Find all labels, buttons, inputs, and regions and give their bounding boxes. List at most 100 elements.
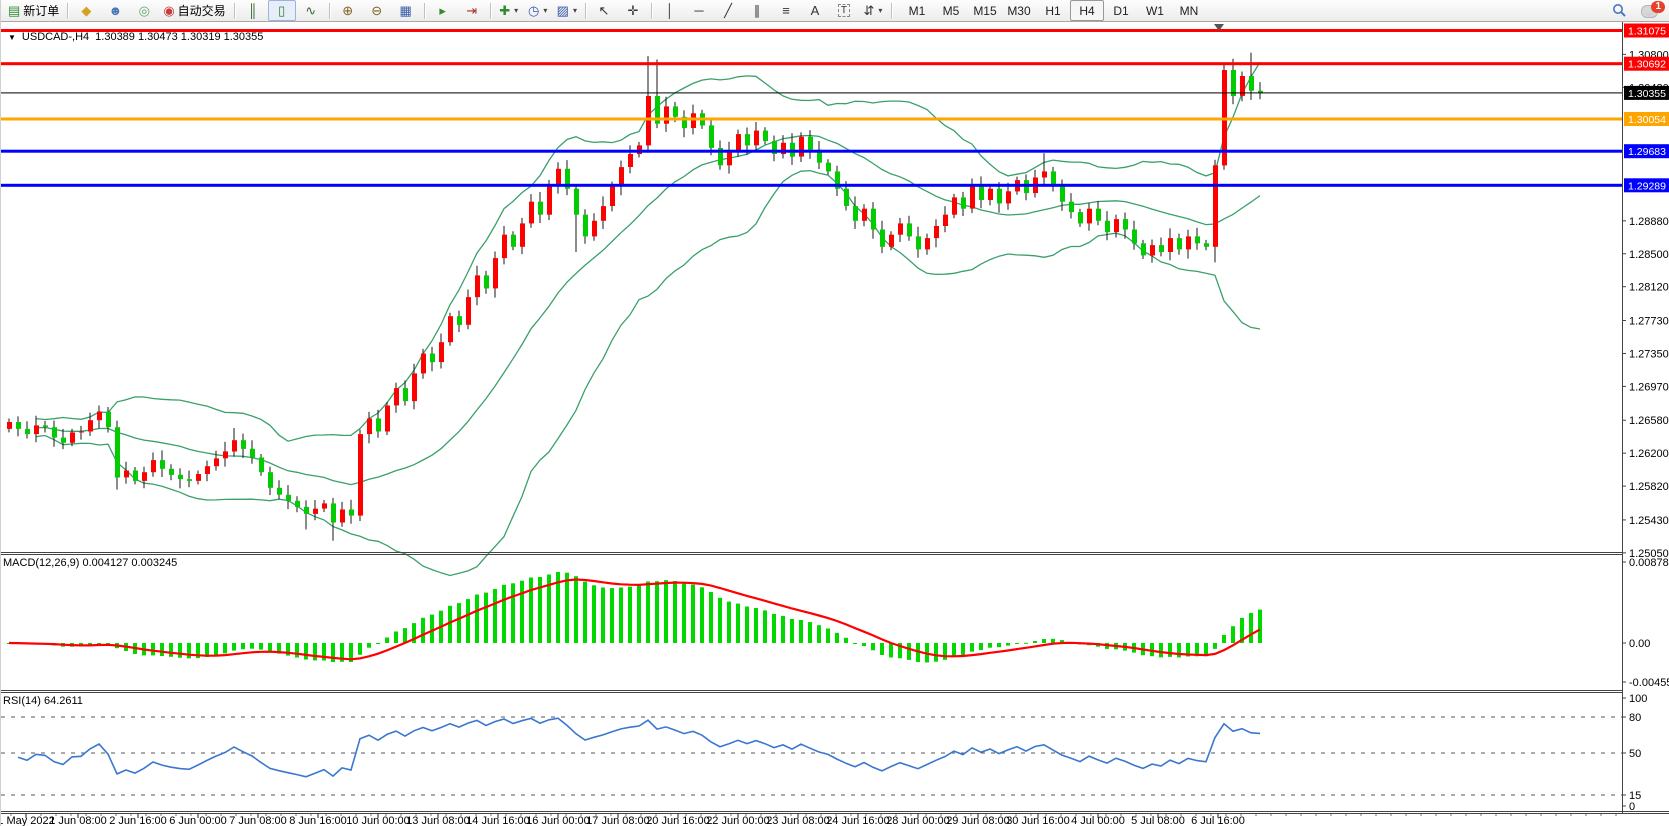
cursor-button[interactable]: ↖ <box>590 0 618 21</box>
rsi-scale-label: 0 <box>1629 801 1635 813</box>
price-tick-label: 1.26970 <box>1629 381 1669 393</box>
price-badge: 1.30054 <box>1624 112 1669 126</box>
macd-scale-label: -0.00455 <box>1629 677 1669 689</box>
arrows-button[interactable]: ⇵ <box>859 0 887 21</box>
toolbar-separator <box>651 3 652 19</box>
toolbar-separator <box>490 3 491 19</box>
time-label: 1 Jun 08:00 <box>49 815 107 826</box>
pivot-line[interactable] <box>1 118 1622 121</box>
timeframe-toolbar: M1M5M15M30H1H4D1W1MN <box>900 0 1206 21</box>
zoom-in-icon: ⊕ <box>342 4 353 17</box>
time-label: 5 Jul 08:00 <box>1131 815 1185 826</box>
autotrading-button-label: 自动交易 <box>178 2 226 19</box>
bar-chart-icon: ║ <box>248 4 257 17</box>
crosshair-button[interactable]: ✛ <box>619 0 647 21</box>
timeframe-m15-button[interactable]: M15 <box>968 0 1002 21</box>
resistance-line-2[interactable] <box>1 62 1622 65</box>
contacts-icon-icon: ☻ <box>108 4 122 17</box>
search-icon[interactable] <box>1605 0 1633 21</box>
timeframe-m5-button[interactable]: M5 <box>934 0 968 21</box>
timeframe-h1-button[interactable]: H1 <box>1036 0 1070 21</box>
rsi-scale-label: 100 <box>1629 693 1647 705</box>
trendline-icon: ╱ <box>724 4 732 17</box>
text-icon: A <box>811 4 820 17</box>
toolbar-right: 1 <box>1605 0 1663 21</box>
time-label: 13 Jun 08:00 <box>406 815 470 826</box>
tile-windows-button[interactable]: ▦ <box>392 0 420 21</box>
metaeditor-icon-icon: ◆ <box>81 4 91 17</box>
zoom-out-icon: ⊖ <box>371 4 382 17</box>
time-label: 16 Jun 00:00 <box>526 815 590 826</box>
standard-toolbar: ▤新订单 ◆ ☻ ◎◉自动交易 ║ ▯∿ ⊕ ⊖ ▦ ▸ ⇥ ✚ ◷ ▨ ↖ ✛ │─ ╱ ∥ ≡ A T ⇵ <box>4 0 887 21</box>
time-label: 30 Jun 16:00 <box>1006 815 1070 826</box>
svg-text:1.30054: 1.30054 <box>1628 114 1666 126</box>
price-tick-label: 1.25820 <box>1629 481 1669 493</box>
time-label: 24 Jun 16:00 <box>826 815 890 826</box>
indicators-button[interactable]: ✚ <box>495 0 523 21</box>
text-label-button[interactable]: T <box>830 0 858 21</box>
fibonacci-button[interactable]: ≡ <box>772 0 800 21</box>
svg-text:1.30355: 1.30355 <box>1628 88 1666 100</box>
timeframe-h4-button[interactable]: H4 <box>1070 0 1104 21</box>
equidistant-channel-button[interactable]: ∥ <box>743 0 771 21</box>
svg-text:1.29289: 1.29289 <box>1628 180 1666 192</box>
bid-price-line[interactable] <box>1 92 1622 93</box>
bollinger-middle <box>36 136 1260 485</box>
templates-button[interactable]: ▨ <box>553 0 581 21</box>
toolbar-separator <box>234 3 235 19</box>
contacts-icon-button[interactable]: ☻ <box>101 0 129 21</box>
price-badge: 1.31075 <box>1624 24 1669 38</box>
rsi-panel <box>1 717 1622 795</box>
new-order-button[interactable]: ▤新订单 <box>4 0 63 21</box>
trendline-button[interactable]: ╱ <box>714 0 742 21</box>
indicators-icon: ✚ <box>499 4 510 17</box>
rsi-line <box>18 718 1260 777</box>
time-label: 29 Jun 08:00 <box>946 815 1010 826</box>
rsi-values: 64.2611 <box>44 695 83 707</box>
price-tick-label: 1.26200 <box>1629 448 1669 460</box>
svg-text:1.29683: 1.29683 <box>1628 146 1666 158</box>
time-label: 17 Jun 08:00 <box>586 815 650 826</box>
timeframe-m1-button[interactable]: M1 <box>900 0 934 21</box>
chart-canvas[interactable]: 1.308001.304201.288801.285001.281201.277… <box>1 22 1669 826</box>
signals-icon-button[interactable]: ◎ <box>130 0 158 21</box>
autoscroll-button[interactable]: ▸ <box>429 0 457 21</box>
price-axis[interactable]: 1.308001.304201.288801.285001.281201.277… <box>1622 24 1669 814</box>
autoscroll-icon: ▸ <box>439 4 446 17</box>
toolbar-separator <box>891 3 892 19</box>
periods-button[interactable]: ◷ <box>524 0 552 21</box>
text-label-icon: T <box>838 4 850 17</box>
text-button[interactable]: A <box>801 0 829 21</box>
fibonacci-icon: ≡ <box>782 4 790 17</box>
vertical-line-button[interactable]: │ <box>656 0 684 21</box>
timeframe-w1-button[interactable]: W1 <box>1138 0 1172 21</box>
timeframe-d1-button[interactable]: D1 <box>1104 0 1138 21</box>
autotrading-button[interactable]: ◉自动交易 <box>159 0 229 21</box>
time-label: 23 Jun 08:00 <box>766 815 830 826</box>
price-tick-label: 1.28120 <box>1629 282 1669 294</box>
metaeditor-icon-button[interactable]: ◆ <box>72 0 100 21</box>
line-chart-button[interactable]: ∿ <box>297 0 325 21</box>
equidistant-channel-icon: ∥ <box>754 4 761 17</box>
time-label: 1 May 2022 <box>1 815 55 826</box>
time-label: 7 Jun 08:00 <box>229 815 287 826</box>
new-order-icon: ▤ <box>8 4 20 17</box>
candles-layer <box>7 53 1263 541</box>
timeframe-mn-button[interactable]: MN <box>1172 0 1206 21</box>
cursor-icon: ↖ <box>599 4 610 17</box>
horizontal-line-button[interactable]: ─ <box>685 0 713 21</box>
time-axis[interactable]: 1 May 20221 Jun 08:002 Jun 16:006 Jun 00… <box>1 814 1616 826</box>
support-line-2[interactable] <box>1 184 1622 187</box>
bar-chart-button[interactable]: ║ <box>239 0 267 21</box>
zoom-in-button[interactable]: ⊕ <box>334 0 362 21</box>
chart-shift-button[interactable]: ⇥ <box>458 0 486 21</box>
candlestick-chart-button[interactable]: ▯ <box>268 0 296 21</box>
zoom-out-button[interactable]: ⊖ <box>363 0 391 21</box>
symbol-label: USDCAD-,H4 <box>22 31 89 43</box>
chat-icon[interactable]: 1 <box>1641 2 1663 20</box>
collapse-icon[interactable]: ▼ <box>8 33 16 42</box>
support-line-1[interactable] <box>1 150 1622 153</box>
templates-icon: ▨ <box>557 4 569 17</box>
macd-label: MACD(12,26,9) 0.004127 0.003245 <box>3 557 177 569</box>
timeframe-m30-button[interactable]: M30 <box>1002 0 1036 21</box>
